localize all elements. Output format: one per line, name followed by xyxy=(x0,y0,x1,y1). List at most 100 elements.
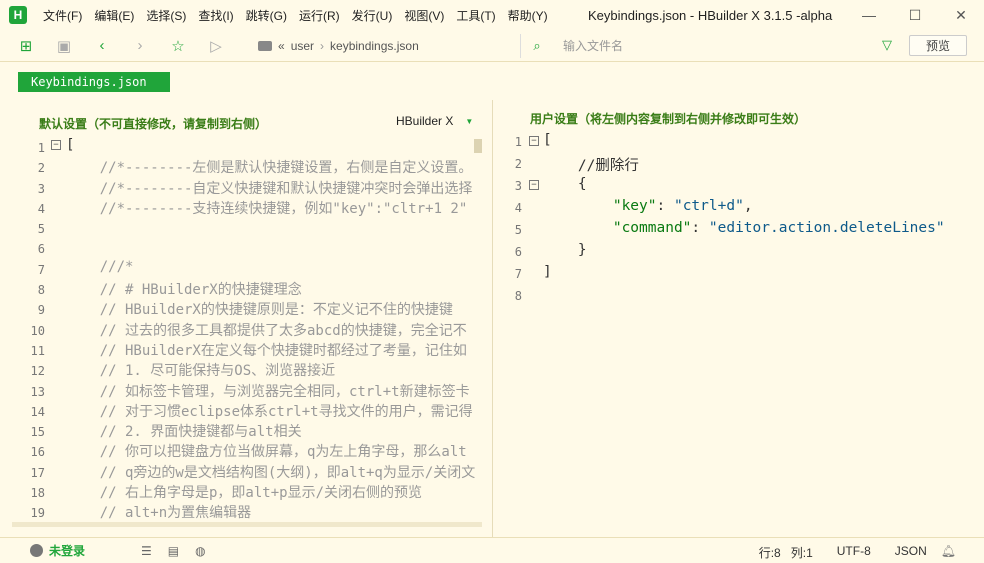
file-search-input[interactable] xyxy=(563,39,863,53)
breadcrumb-item-file[interactable]: keybindings.json xyxy=(330,39,419,53)
line-number: 14 xyxy=(30,404,45,419)
save-icon[interactable]: ▣ xyxy=(52,34,76,58)
cursor-column[interactable]: 列:1 xyxy=(791,544,813,561)
code-text: //删除行 xyxy=(543,158,639,174)
line-number: 7 xyxy=(514,267,522,281)
code-line: 4 "key": "ctrl+d", xyxy=(500,196,984,218)
code-line: 2 //删除行 xyxy=(500,152,984,174)
line-number: 1 xyxy=(37,141,45,155)
code-text: //*--------左侧是默认快捷键设置，右侧是自定义设置。 xyxy=(66,160,473,177)
preview-button[interactable]: 预览 xyxy=(909,35,967,56)
line-number: 7 xyxy=(37,262,45,277)
file-search: ⌕ ▽ xyxy=(520,34,896,58)
new-file-icon[interactable]: ⊞ xyxy=(14,34,38,58)
login-status[interactable]: 未登录 xyxy=(49,542,85,559)
tab-keybindings[interactable]: Keybindings.json xyxy=(18,72,170,92)
line-number: 8 xyxy=(37,283,45,298)
line-number: 16 xyxy=(30,445,45,460)
line-number: 4 xyxy=(37,201,45,216)
menu-item[interactable]: 运行(R) xyxy=(293,7,346,24)
code-line: 10 // 过去的很多工具都提供了太多abcd的快捷键，完全记不 xyxy=(12,320,484,340)
line-number: 4 xyxy=(514,201,522,215)
fold-toggle-icon[interactable]: − xyxy=(529,180,539,190)
forward-icon[interactable]: › xyxy=(128,34,152,58)
json-trail: , xyxy=(743,198,753,214)
menu-item[interactable]: 帮助(Y) xyxy=(502,7,554,24)
code-text: //*--------自定义快捷键和默认快捷键冲突时会弹出选择 xyxy=(66,180,473,197)
code-line: 3− { xyxy=(500,174,984,196)
json-key-value: "command": "editor.action.deleteLines" xyxy=(612,220,945,236)
code-text: // 如标签卡管理，与浏览器完全相同，ctrl+t新建标签卡 xyxy=(66,383,470,400)
horizontal-scrollbar[interactable] xyxy=(12,522,482,527)
code-line: 3 //*--------自定义快捷键和默认快捷键冲突时会弹出选择 xyxy=(12,178,484,198)
caret-down-icon: ▼ xyxy=(465,116,474,126)
default-settings-title: 默认设置（不可直接修改，请复制到右侧） xyxy=(39,117,268,131)
code-line: 1−[ xyxy=(12,137,484,157)
vertical-scrollbar[interactable] xyxy=(474,139,482,153)
minimize-icon[interactable]: — xyxy=(846,0,892,30)
encoding[interactable]: UTF-8 xyxy=(837,544,871,561)
code-line: 2 //*--------左侧是默认快捷键设置，右侧是自定义设置。 xyxy=(12,157,484,177)
folder-icon xyxy=(258,41,272,51)
menu-item[interactable]: 编辑(E) xyxy=(88,7,140,24)
default-settings-editor[interactable]: 1−[2 //*--------左侧是默认快捷键设置，右侧是自定义设置。 3 //… xyxy=(12,137,484,521)
keymap-scheme-select[interactable]: HBuilder X ▼ xyxy=(396,114,473,128)
line-number: 1 xyxy=(514,135,522,149)
code-text: // q旁边的w是文档结构图(大纲)，即alt+q为显示/关闭文 xyxy=(66,464,476,481)
list-icon[interactable]: ☰ xyxy=(141,544,152,558)
bell-icon[interactable]: 🔔︎ xyxy=(941,544,956,561)
code-line: 8 // # HBuilderX的快捷键理念 xyxy=(12,279,484,299)
filter-icon[interactable]: ▽ xyxy=(882,37,892,53)
code-text: //*--------支持连续快捷键，例如"key":"cltr+1 2" xyxy=(66,200,468,217)
keymap-scheme-value: HBuilder X xyxy=(396,114,454,128)
json-key: "command" xyxy=(612,220,692,236)
panel-divider[interactable] xyxy=(492,100,493,537)
line-number: 3 xyxy=(37,181,45,196)
code-text: [ xyxy=(66,137,75,153)
code-text: // HBuilderX在定义每个快捷键时都经过了考量，记住如 xyxy=(66,342,467,359)
menu-item[interactable]: 文件(F) xyxy=(37,7,88,24)
run-icon[interactable]: ▷ xyxy=(204,34,228,58)
cursor-line[interactable]: 行:8 xyxy=(759,544,781,561)
code-line: 9 // HBuilderX的快捷键原则是：不定义记不住的快捷键 xyxy=(12,299,484,319)
menu-item[interactable]: 视图(V) xyxy=(398,7,450,24)
toolbar: ⊞ ▣ ‹ › ☆ ▷ « user › keybindings.json ⌕ … xyxy=(0,30,984,62)
menu-item[interactable]: 选择(S) xyxy=(140,7,192,24)
code-line: 17 // q旁边的w是文档结构图(大纲)，即alt+q为显示/关闭文 xyxy=(12,462,484,482)
maximize-icon[interactable]: ☐ xyxy=(892,0,938,30)
globe-icon[interactable]: ◍ xyxy=(195,544,205,558)
menu-item[interactable]: 跳转(G) xyxy=(240,7,293,24)
line-number: 18 xyxy=(30,486,45,501)
menu-bar: 文件(F) 编辑(E) 选择(S) 查找(I) 跳转(G) 运行(R) 发行(U) 视图(V)… xyxy=(37,7,554,24)
menu-item[interactable]: 工具(T) xyxy=(450,7,501,24)
breadcrumb-separator: › xyxy=(320,39,325,53)
terminal-icon[interactable]: ▤ xyxy=(168,544,179,558)
code-text: } xyxy=(543,242,587,258)
code-line: 12 // 1. 尽可能保持与OS、浏览器接近 xyxy=(12,360,484,380)
back-icon[interactable]: ‹ xyxy=(90,34,114,58)
breadcrumb: « user › keybindings.json xyxy=(258,34,512,58)
user-icon xyxy=(30,544,43,557)
line-number: 12 xyxy=(30,364,45,379)
code-line: 6 xyxy=(12,238,484,258)
code-text: // 2. 界面快捷键都与alt相关 xyxy=(66,424,302,441)
window-title: Keybindings.json - HBuilder X 3.1.5 -alp… xyxy=(588,8,833,23)
menu-item[interactable]: 发行(U) xyxy=(346,7,399,24)
code-line: 19 // alt+n为置焦编辑器 xyxy=(12,502,484,521)
close-icon[interactable]: ✕ xyxy=(938,0,984,30)
fold-toggle-icon[interactable]: − xyxy=(51,140,61,150)
fold-toggle-icon[interactable]: − xyxy=(529,136,539,146)
breadcrumb-item-user[interactable]: user xyxy=(291,39,314,53)
line-number: 2 xyxy=(514,157,522,171)
code-text: // 你可以把键盘方位当做屏幕，q为左上角字母，那么alt xyxy=(66,444,467,461)
app-logo-icon: H xyxy=(9,6,27,24)
code-text: // 右上角字母是p，即alt+p显示/关闭右侧的预览 xyxy=(66,485,423,502)
menu-item[interactable]: 查找(I) xyxy=(192,7,239,24)
user-settings-editor[interactable]: 1−[2 //删除行 3− {4 "key": "ctrl+d", 5 "comma… xyxy=(500,130,984,310)
code-line: 6 } xyxy=(500,240,984,262)
code-text: // 过去的很多工具都提供了太多abcd的快捷键，完全记不 xyxy=(66,322,467,339)
search-icon: ⌕ xyxy=(533,38,541,53)
line-number: 5 xyxy=(514,223,522,237)
star-icon[interactable]: ☆ xyxy=(166,34,190,58)
language-mode[interactable]: JSON xyxy=(895,544,927,561)
